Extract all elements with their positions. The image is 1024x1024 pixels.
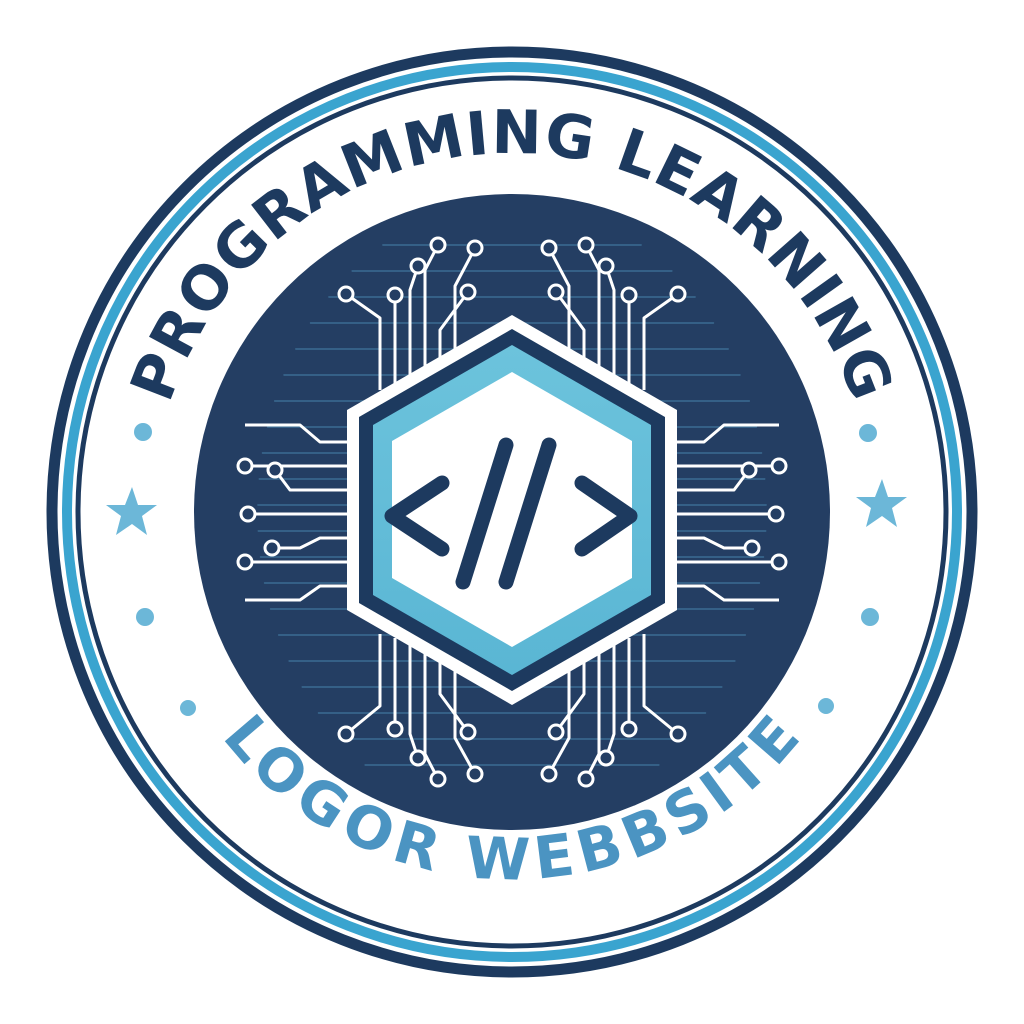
circuit-node-top [459, 283, 477, 301]
right-dot-bottom [818, 698, 834, 714]
programming-learning-logo: PROGRAMMING LEARNING LOGOR WEBBSITE [46, 46, 978, 978]
circuit-node-bottom [337, 725, 355, 743]
circuit-node-bottom [466, 765, 484, 783]
circuit-node-bottom [597, 749, 615, 767]
circuit-node-bottom [459, 723, 477, 741]
circuit-node-top [597, 257, 615, 275]
circuit-node-side [770, 553, 788, 571]
circuit-node-bottom [547, 723, 565, 741]
circuit-node-bottom [386, 720, 404, 738]
circuit-node-side [239, 505, 257, 523]
circuit-node-top [337, 285, 355, 303]
circuit-node-bottom [620, 720, 638, 738]
circuit-node-side [266, 461, 284, 479]
circuit-node-top [577, 236, 595, 254]
circuit-node-side [743, 539, 761, 557]
left-dot-lower [136, 608, 154, 626]
left-star-icon [106, 487, 157, 535]
circuit-node-side [236, 553, 254, 571]
right-dot-lower [861, 608, 879, 626]
circuit-node-top [466, 239, 484, 257]
circuit-node-top [386, 286, 404, 304]
circuit-node-side [263, 539, 281, 557]
circuit-node-top [620, 286, 638, 304]
circuit-node-side [770, 457, 788, 475]
right-dot-upper [859, 424, 877, 442]
circuit-node-bottom [429, 770, 447, 788]
right-star-icon [856, 479, 907, 527]
left-dot-bottom [180, 700, 196, 716]
circuit-node-bottom [540, 765, 558, 783]
circuit-node-side [767, 505, 785, 523]
circuit-node-top [547, 283, 565, 301]
circuit-node-top [429, 236, 447, 254]
circuit-node-bottom [577, 770, 595, 788]
circuit-node-bottom [669, 725, 687, 743]
logo-canvas: PROGRAMMING LEARNING LOGOR WEBBSITE [0, 0, 1024, 1024]
circuit-node-bottom [409, 749, 427, 767]
left-dot-upper [134, 423, 152, 441]
circuit-node-side [740, 461, 758, 479]
circuit-node-top [409, 257, 427, 275]
circuit-node-side [236, 457, 254, 475]
circuit-node-top [669, 285, 687, 303]
circuit-node-top [540, 239, 558, 257]
